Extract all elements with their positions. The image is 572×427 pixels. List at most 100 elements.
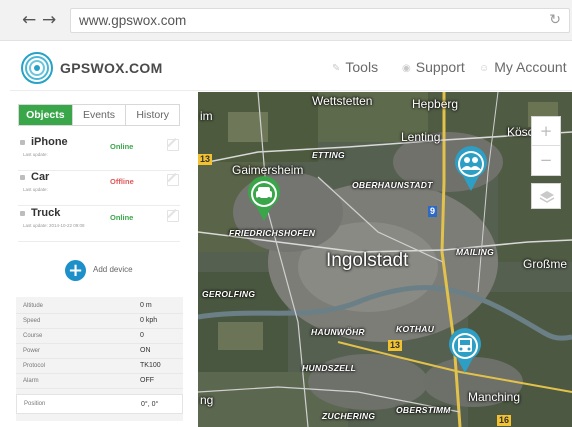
car-marker[interactable] [246, 176, 282, 222]
map-label: KOTHAU [396, 324, 435, 334]
map-label: Gaimersheim [232, 163, 304, 177]
browser-toolbar: ← → www.gpswox.com ↻ [0, 0, 572, 41]
road-number: 13 [198, 154, 213, 165]
url-text: www.gpswox.com [79, 13, 187, 28]
gpswox-logo[interactable] [21, 52, 53, 84]
sidebar: Objects Events History iPhone Last updat… [10, 92, 198, 427]
edit-icon[interactable] [167, 174, 179, 186]
zoom-out-button[interactable]: − [532, 146, 560, 175]
object-name: Car [31, 171, 50, 183]
map-label: HUNDSZELL [302, 363, 357, 373]
edit-icon[interactable] [167, 210, 179, 222]
zoom-control: + − [531, 116, 561, 176]
road-number: 13 [388, 340, 403, 351]
object-details-panel: Altitude 0 m Speed 0 kph Course 0 Power … [16, 297, 183, 421]
truck-marker[interactable] [447, 328, 483, 374]
detail-label: Speed [23, 318, 41, 324]
app-header: GPSWOX.COM ✎ Tools ◉ Support ☺ My Account [10, 44, 572, 91]
edit-icon[interactable] [167, 139, 179, 151]
people-marker[interactable] [453, 146, 489, 192]
map-label: FRIEDRICHSHOFEN [229, 228, 316, 238]
menu-tools-label: Tools [345, 59, 379, 75]
map-label: Wettstetten [312, 94, 373, 108]
map-label: im [200, 109, 213, 123]
road-number: 16 [497, 415, 512, 426]
people-icon [455, 146, 487, 191]
detail-label: Protocol [23, 363, 46, 369]
menu-support-label: Support [415, 59, 465, 75]
sidebar-tabs: Objects Events History [18, 104, 180, 126]
detail-value: 0 m [140, 302, 152, 309]
tab-objects[interactable]: Objects [19, 105, 73, 125]
detail-label: Altitude [23, 303, 44, 309]
add-device-label: Add device [93, 265, 133, 274]
truck-icon [449, 328, 481, 373]
detail-label: Position [24, 401, 46, 407]
map-label: Großme [523, 257, 568, 271]
detail-row-altitude: Altitude 0 m [16, 299, 183, 314]
status-dot [20, 175, 25, 180]
wrench-icon: ✎ [332, 63, 341, 74]
menu-support[interactable]: ◉ Support [402, 59, 465, 75]
detail-row-protocol: Protocol TK100 [16, 359, 183, 374]
map-label: Manching [468, 390, 521, 404]
object-status: Offline [110, 177, 134, 186]
map-label: MAILING [456, 247, 494, 257]
object-name: iPhone [31, 136, 68, 148]
detail-value: 0 kph [140, 317, 158, 324]
detail-row-alarm: Alarm OFF [16, 374, 183, 389]
object-row-iphone[interactable]: iPhone Last update: Online [18, 135, 180, 171]
map-label: Hepberg [412, 97, 459, 111]
tab-events[interactable]: Events [73, 105, 127, 125]
map-label: ZUCHERING [322, 411, 376, 421]
tab-history[interactable]: History [126, 105, 179, 125]
object-row-truck[interactable]: Truck Last update: 2014-10-22 09:08 Onli… [18, 206, 180, 242]
brand-name[interactable]: GPSWOX.COM [60, 60, 163, 76]
zoom-in-button[interactable]: + [532, 117, 560, 146]
detail-value: OFF [140, 377, 154, 384]
layers-icon [539, 191, 555, 203]
back-arrow-icon[interactable]: ← [22, 10, 36, 30]
forward-arrow-icon[interactable]: → [42, 10, 56, 30]
map-label: ng [200, 393, 214, 407]
detail-row-position: Position 0°, 0° [16, 394, 183, 414]
object-row-car[interactable]: Car Last update: Offline [18, 170, 180, 206]
map-label: OBERSTIMM [396, 405, 451, 415]
detail-value: ON [140, 347, 151, 354]
address-bar[interactable]: www.gpswox.com ↻ [70, 8, 570, 33]
object-status: Online [110, 213, 134, 222]
detail-value: 0°, 0° [141, 401, 159, 408]
user-icon: ☺ [479, 63, 490, 74]
map-label: Ingolstadt [326, 250, 409, 271]
object-last-update: Last update: [23, 187, 48, 192]
detail-value: TK100 [140, 362, 161, 369]
detail-label: Course [23, 333, 43, 339]
status-dot [20, 140, 25, 145]
road-number: 9 [428, 206, 438, 217]
object-name: Truck [31, 207, 61, 219]
detail-label: Power [23, 348, 41, 354]
detail-label: Alarm [23, 378, 39, 384]
car-icon [248, 176, 280, 221]
add-icon: + [65, 260, 86, 281]
detail-row-course: Course 0 [16, 329, 183, 344]
menu-account[interactable]: ☺ My Account [479, 59, 567, 75]
menu-tools[interactable]: ✎ Tools [332, 59, 378, 75]
detail-row-power: Power ON [16, 344, 183, 359]
menu-account-label: My Account [494, 59, 567, 75]
reload-icon[interactable]: ↻ [549, 12, 561, 28]
object-status: Online [110, 142, 134, 151]
detail-row-speed: Speed 0 kph [16, 314, 183, 329]
map-view[interactable]: Wettstetten Hepberg Lenting Köschin im G… [198, 92, 572, 427]
map-label: OBERHAUNSTADT [352, 180, 433, 190]
lifebuoy-icon: ◉ [402, 63, 411, 74]
map-label: Lenting [401, 130, 441, 144]
object-last-update: Last update: 2014-10-22 09:08 [23, 223, 85, 228]
status-dot [20, 211, 25, 216]
object-last-update: Last update: [23, 152, 48, 157]
map-label: GEROLFING [202, 289, 256, 299]
detail-value: 0 [140, 332, 144, 339]
map-label: HAUNWÖHR [311, 327, 365, 337]
layers-button[interactable] [531, 183, 561, 209]
map-label: ETTING [312, 150, 345, 160]
